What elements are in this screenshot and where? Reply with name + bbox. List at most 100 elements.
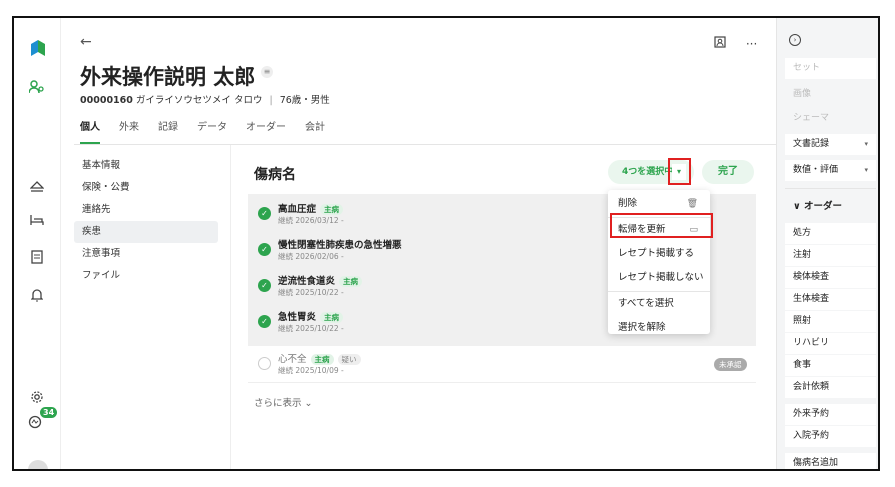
user-avatar[interactable]	[28, 460, 48, 469]
highlight-box	[668, 158, 691, 185]
check-icon[interactable]: ✓	[258, 243, 271, 256]
order-meal[interactable]: 食事	[785, 355, 876, 376]
disease-name-text: 逆流性食道炎	[278, 276, 336, 287]
settings-gear-icon[interactable]	[28, 388, 46, 406]
main-disease-tag: 主病	[320, 312, 344, 323]
divider	[230, 145, 231, 469]
values-eval-label: 数値・評価	[793, 165, 839, 175]
chevron-down-icon: ▾	[864, 140, 868, 148]
suspected-tag: 疑い	[337, 354, 361, 365]
schema-item[interactable]: シェーマ	[785, 108, 876, 129]
chevron-down-icon: ▾	[864, 166, 868, 174]
order-billing-request[interactable]: 会計依頼	[785, 377, 876, 398]
disease-name: 逆流性食道炎 主病	[278, 273, 363, 287]
show-more-link[interactable]: さらに表示 ⌄	[254, 395, 312, 409]
disease-name: 高血圧症 主病	[278, 201, 344, 215]
order-rehabilitation[interactable]: リハビリ	[785, 333, 876, 354]
values-eval-item[interactable]: 数値・評価 ▾	[785, 160, 876, 181]
inpatient-reservation[interactable]: 入院予約	[785, 426, 876, 447]
disease-name: 急性胃炎 主病	[278, 309, 344, 323]
disease-status: 継続 2025/10/09 -	[278, 366, 344, 375]
order-prescription[interactable]: 処方	[785, 223, 876, 244]
collapse-panel-icon[interactable]: ›	[789, 34, 801, 46]
order-injection[interactable]: 注射	[785, 245, 876, 266]
patient-card-icon[interactable]	[714, 36, 730, 51]
memo-icon[interactable]: ≡	[261, 66, 273, 78]
disease-name-text: 高血圧症	[278, 204, 317, 215]
divider	[785, 188, 876, 189]
patient-age-sex: 76歳・男性	[279, 95, 330, 106]
menu-item-deselect[interactable]: 選択を解除	[608, 316, 710, 340]
disease-status: 継続 2026/03/12 -	[278, 216, 344, 225]
unapproved-badge: 未承認	[714, 358, 747, 371]
section-title: 傷病名	[254, 167, 296, 183]
main-disease-tag: 主病	[310, 354, 334, 365]
done-button[interactable]: 完了	[702, 160, 754, 184]
bed-icon[interactable]	[28, 211, 46, 229]
patient-search-icon[interactable]	[28, 78, 46, 96]
back-arrow-icon[interactable]: ←	[80, 34, 92, 50]
disease-name-text: 急性胃炎	[278, 312, 317, 323]
main-disease-tag: 主病	[339, 276, 363, 287]
order-specimen-test[interactable]: 検体検査	[785, 267, 876, 288]
bulk-action-menu: 削除 🗑 転帰を更新 ▭ レセプト掲載する レセプト掲載しない すべてを選択 選…	[608, 190, 710, 334]
outpatient-reservation[interactable]: 外来予約	[785, 404, 876, 425]
highlight-box	[610, 213, 713, 238]
divider	[74, 144, 776, 145]
subnav-files[interactable]: ファイル	[74, 265, 218, 287]
app-window: 34 ← 外来操作説明 太郎 ≡ 00000160 ガイライソウセツメイ タロウ…	[12, 16, 880, 471]
tab-records[interactable]: 記録	[158, 118, 178, 144]
order-irradiation[interactable]: 照射	[785, 311, 876, 332]
more-options-icon[interactable]: ···	[746, 37, 757, 51]
disease-name: 心不全 主病 疑い	[278, 351, 361, 365]
disease-status: 継続 2025/10/22 -	[278, 324, 344, 333]
patient-tabs: 個人 外来 記録 データ オーダー 会計	[80, 118, 344, 144]
patient-info: 00000160 ガイライソウセツメイ タロウ | 76歳・男性	[80, 92, 330, 106]
tab-billing[interactable]: 会計	[305, 118, 325, 144]
menu-item-receipt-include[interactable]: レセプト掲載する	[608, 242, 710, 266]
eject-icon[interactable]	[28, 178, 46, 196]
separator: |	[269, 95, 273, 106]
set-field[interactable]: セット	[785, 58, 876, 79]
header-actions: ···	[714, 36, 773, 51]
check-icon[interactable]: ✓	[258, 279, 271, 292]
main-disease-tag: 主病	[320, 204, 344, 215]
disease-status: 継続 2025/10/22 -	[278, 288, 344, 297]
order-section-header[interactable]: ∨ オーダー	[793, 198, 842, 212]
patient-name: 外来操作説明 太郎	[80, 65, 256, 89]
menu-item-label: 削除	[618, 198, 638, 209]
document-record-label: 文書記録	[793, 139, 830, 149]
subnav-cautions[interactable]: 注意事項	[74, 243, 218, 265]
menu-item-receipt-exclude[interactable]: レセプト掲載しない	[608, 266, 710, 290]
subnav-diseases[interactable]: 疾患	[74, 221, 218, 243]
disease-name: 慢性閉塞性肺疾患の急性増悪	[278, 240, 402, 251]
patient-kana: ガイライソウセツメイ タロウ	[135, 95, 263, 106]
left-rail: 34	[14, 18, 61, 469]
image-item[interactable]: 画像	[785, 84, 876, 105]
tab-orders[interactable]: オーダー	[246, 118, 286, 144]
divider	[248, 382, 756, 383]
menu-item-select-all[interactable]: すべてを選択	[608, 292, 710, 316]
subnav-contact[interactable]: 連絡先	[74, 199, 218, 221]
check-icon[interactable]: ✓	[258, 315, 271, 328]
subnav-insurance[interactable]: 保険・公費	[74, 177, 218, 199]
add-disease-button[interactable]: 傷病名追加	[785, 453, 876, 469]
check-icon[interactable]: ✓	[258, 207, 271, 220]
document-record-item[interactable]: 文書記録 ▾	[785, 134, 876, 155]
tab-outpatient[interactable]: 外来	[119, 118, 139, 144]
patient-id: 00000160	[80, 95, 133, 106]
notification-count-badge: 34	[40, 407, 58, 418]
tab-personal[interactable]: 個人	[80, 118, 100, 144]
document-list-icon[interactable]	[28, 248, 46, 266]
disease-name-text: 心不全	[278, 354, 307, 365]
app-logo-icon	[31, 40, 45, 56]
disease-status: 継続 2026/02/06 -	[278, 252, 344, 261]
bell-icon[interactable]	[28, 286, 46, 304]
right-panel: › セット 画像 シェーマ 文書記録 ▾ 数値・評価 ▾ ∨ オーダー 処方 注射 …	[776, 18, 878, 469]
order-physiological-test[interactable]: 生体検査	[785, 289, 876, 310]
sub-navigation: 基本情報 保険・公費 連絡先 疾患 注意事項 ファイル	[74, 155, 218, 287]
tab-data[interactable]: データ	[197, 118, 227, 144]
unchecked-circle-icon[interactable]	[258, 357, 271, 370]
subnav-basic-info[interactable]: 基本情報	[74, 155, 218, 177]
activity-icon[interactable]: 34	[28, 407, 58, 433]
